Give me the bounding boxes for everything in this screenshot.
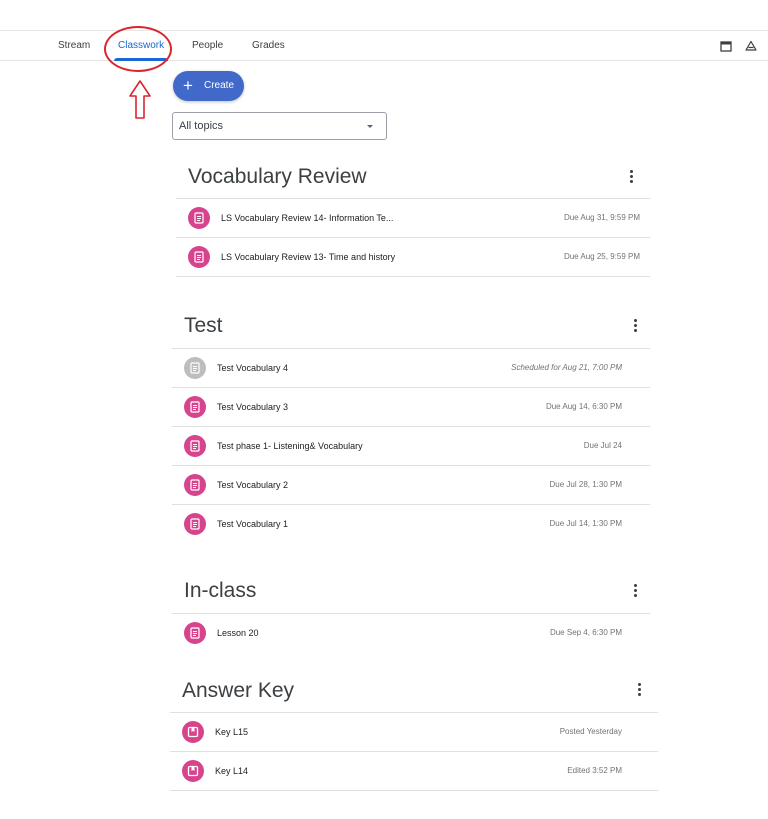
tab-stream[interactable]: Stream [58,31,90,61]
topic-title-answer-key: Answer Key [182,679,295,702]
assignment-icon [184,435,206,457]
item-due-date: Due Jul 28, 1:30 PM [549,480,622,489]
item-title: LS Vocabulary Review 14- Information Te.… [221,213,394,223]
item-title: Key L14 [215,766,249,776]
material-icon [182,760,204,782]
list-item[interactable]: Test Vocabulary 1 Due Jul 14, 1:30 PM [172,505,632,543]
plus-icon: + [183,76,193,95]
item-title: Test Vocabulary 1 [217,519,289,529]
tab-people[interactable]: People [192,31,223,61]
more-options-icon[interactable] [636,683,642,697]
more-options-icon[interactable] [628,170,634,184]
divider [176,276,650,277]
list-item[interactable]: LS Vocabulary Review 13- Time and histor… [176,238,650,276]
assignment-icon [184,396,206,418]
topic-filter-select[interactable]: All topics [172,112,387,140]
item-due-date: Due Aug 31, 9:59 PM [563,213,640,222]
item-edited-date: Edited 3:52 PM [567,766,622,775]
item-posted-date: Posted Yesterday [559,727,622,736]
create-button-label: Create [204,80,235,91]
tab-grades[interactable]: Grades [252,31,285,61]
list-item[interactable]: Key L15 Posted Yesterday [170,713,632,751]
chevron-down-icon [367,125,373,128]
item-title: Lesson 20 [217,628,259,638]
drive-icon[interactable] [745,40,757,52]
assignment-icon [188,246,210,268]
item-due-date: Due Aug 25, 9:59 PM [563,252,640,261]
item-scheduled-date: Scheduled for Aug 21, 7:00 PM [511,363,622,372]
assignment-icon [188,207,210,229]
list-item[interactable]: LS Vocabulary Review 14- Information Te.… [176,199,650,237]
list-item[interactable]: Lesson 20 Due Sep 4, 6:30 PM [172,614,632,652]
item-title: Test Vocabulary 3 [217,402,289,412]
list-item[interactable]: Test phase 1- Listening& Vocabulary Due … [172,427,632,465]
create-button[interactable]: + Create [173,71,244,101]
up-arrow-annotation [129,80,151,119]
list-item[interactable]: Test Vocabulary 2 Due Jul 28, 1:30 PM [172,466,632,504]
more-options-icon[interactable] [632,584,638,598]
list-item[interactable]: Test Vocabulary 3 Due Aug 14, 6:30 PM [172,388,632,426]
assignment-icon [184,513,206,535]
divider [170,790,658,791]
material-icon [182,721,204,743]
item-due-date: Due Aug 14, 6:30 PM [545,402,622,411]
calendar-icon[interactable] [720,40,732,52]
item-title: Test Vocabulary 2 [217,480,289,490]
scheduled-assignment-icon [184,357,206,379]
topic-title-in-class: In-class [184,579,257,602]
assignment-icon [184,622,206,644]
highlight-ellipse [104,26,172,72]
item-title: Test phase 1- Listening& Vocabulary [217,441,363,451]
topic-title-test: Test [184,314,223,337]
topic-title-vocabulary-review: Vocabulary Review [188,165,367,188]
item-title: Test Vocabulary 4 [217,363,289,373]
list-item[interactable]: Test Vocabulary 4 Scheduled for Aug 21, … [172,349,632,387]
assignment-icon [184,474,206,496]
item-due-date: Due Jul 14, 1:30 PM [549,519,622,528]
item-title: LS Vocabulary Review 13- Time and histor… [221,252,396,262]
item-due-date: Due Sep 4, 6:30 PM [549,628,622,637]
more-options-icon[interactable] [632,319,638,333]
item-due-date: Due Jul 24 [583,441,622,450]
item-title: Key L15 [215,727,249,737]
list-item[interactable]: Key L14 Edited 3:52 PM [170,752,632,790]
topic-filter-value: All topics [179,120,224,132]
